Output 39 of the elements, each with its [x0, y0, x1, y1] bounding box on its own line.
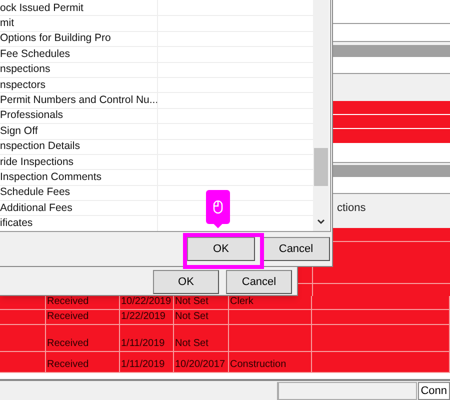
ok-button[interactable]: OK — [153, 270, 219, 294]
table-cell: Not Set — [175, 296, 208, 308]
table-cell: Not Set — [175, 338, 208, 350]
table-cell: 10/22/2019 — [121, 296, 172, 308]
list-item[interactable]: ride Inspections — [0, 156, 74, 169]
scroll-thumb[interactable] — [314, 148, 328, 186]
list-item[interactable]: nspectors — [0, 78, 46, 92]
list-item[interactable]: nspection Details — [0, 140, 80, 154]
list-item[interactable]: Schedule Fees — [0, 186, 70, 200]
list-item[interactable]: Sign Off — [0, 124, 38, 138]
table-cell: Received — [47, 359, 89, 371]
table-cell: 1/11/2019 — [121, 359, 165, 371]
table-cell: Received — [47, 311, 89, 323]
table-cell: 10/20/2017 — [175, 359, 226, 371]
table-cell: Received — [47, 296, 89, 308]
table-cell: Construction — [230, 359, 286, 371]
scroll-down-icon[interactable] — [317, 219, 325, 225]
status-panel: Conn — [418, 382, 450, 400]
cancel-button[interactable]: Cancel — [226, 270, 292, 294]
list-item[interactable]: Professionals — [0, 109, 64, 122]
list-item[interactable]: Inspection Comments — [0, 170, 102, 184]
table-cell: Clerk — [230, 296, 254, 308]
table-cell: 1/11/2019 — [121, 338, 165, 350]
list-item[interactable]: ificates — [0, 217, 33, 230]
list-item[interactable]: ock Issued Permit — [0, 2, 84, 15]
table-cell: 1/22/2019 — [121, 311, 166, 323]
ok-button[interactable]: OK — [187, 237, 255, 261]
list-item[interactable]: mit — [0, 17, 14, 30]
column-header: ctions — [337, 200, 366, 216]
list-item[interactable]: Fee Schedules — [0, 48, 70, 61]
list-item[interactable]: nspections — [0, 63, 50, 76]
table-cell: Received — [47, 338, 89, 350]
mouse-icon — [213, 200, 223, 214]
scrollbar[interactable] — [313, 0, 329, 231]
list-item[interactable]: Permit Numbers and Control Nu... — [0, 94, 158, 108]
cancel-button[interactable]: Cancel — [262, 237, 330, 261]
list-item[interactable]: Additional Fees — [0, 202, 72, 215]
list-item[interactable]: Options for Building Pro — [0, 32, 111, 46]
table-cell: Not Set — [175, 311, 208, 323]
